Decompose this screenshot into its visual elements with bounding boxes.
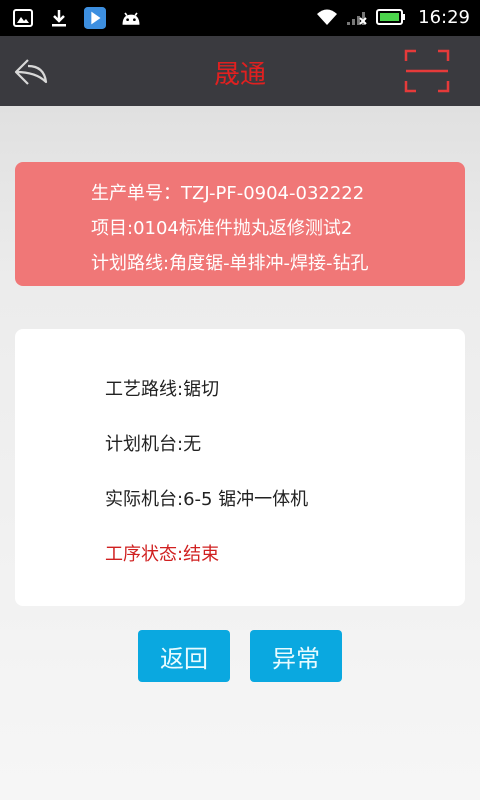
status-bar: 16:29 xyxy=(0,0,480,36)
play-store-icon xyxy=(84,7,106,29)
order-info-card: 生产单号：TZJ-PF-0904-032222 项目:0104标准件抛丸返修测试… xyxy=(15,162,465,286)
scan-button[interactable] xyxy=(404,49,450,93)
planned-machine: 计划机台:无 xyxy=(105,434,202,455)
clock: 16:29 xyxy=(418,6,470,28)
order-number: 生产单号：TZJ-PF-0904-032222 xyxy=(91,183,365,204)
planned-route: 计划路线:角度锯-单排冲-焊接-钻孔 xyxy=(91,253,369,274)
process-route: 工艺路线:锯切 xyxy=(105,379,220,400)
signal-icon xyxy=(346,6,368,28)
project-name: 项目:0104标准件抛丸返修测试2 xyxy=(91,218,353,239)
exception-button[interactable]: 异常 xyxy=(250,630,342,682)
return-button[interactable]: 返回 xyxy=(138,630,230,682)
download-icon xyxy=(48,7,70,29)
app-header: 晟通 xyxy=(0,36,480,106)
scan-icon xyxy=(404,49,450,93)
process-status: 工序状态:结束 xyxy=(105,544,220,565)
battery-icon xyxy=(376,6,406,28)
wifi-icon xyxy=(316,6,338,28)
process-detail-card: 工艺路线:锯切 计划机台:无 实际机台:6-5 锯冲一体机 工序状态:结束 xyxy=(15,329,465,606)
actual-machine: 实际机台:6-5 锯冲一体机 xyxy=(105,489,309,510)
image-icon xyxy=(12,7,34,29)
android-icon xyxy=(120,7,142,29)
